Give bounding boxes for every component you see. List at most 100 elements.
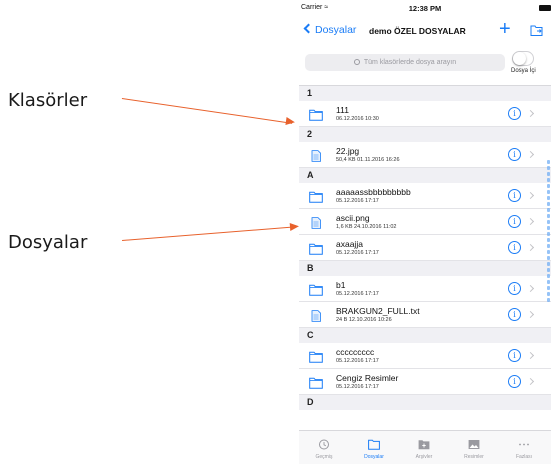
search-icon [353, 59, 360, 65]
tab-more[interactable]: Fazlası [499, 431, 549, 464]
folders-callout-label: Klasörler [8, 90, 88, 111]
tab-photos[interactable]: Resimler [449, 431, 499, 464]
nav-bar: Dosyalar demo ÖZEL DOSYALAR + [299, 16, 551, 46]
section-header: A [299, 168, 551, 183]
file-row[interactable]: 22.jpg 50,4 KB 01.11.2016 16:26 i [299, 142, 551, 168]
folder-icon [368, 437, 380, 450]
info-icon[interactable]: i [508, 308, 521, 321]
item-name: b1 [336, 280, 346, 290]
item-meta: 05.12.2016 17:17 [336, 198, 379, 204]
search-input[interactable]: Tüm klasörlerde dosya arayın [305, 54, 505, 71]
files-callout-line [122, 226, 297, 241]
chevron-right-icon [526, 351, 535, 360]
folder-icon [309, 108, 323, 121]
tab-label: Geçmiş [315, 454, 333, 460]
files-callout-label: Dosyalar [8, 232, 88, 253]
tab-label: Arşivler [415, 454, 433, 460]
battery-icon [539, 5, 551, 11]
info-icon[interactable]: i [508, 148, 521, 161]
file-list: 1 111 06.12.2016 10:30 i 2 22.jpg 50,4 KB 01.1… [299, 86, 551, 430]
status-time: 12:38 PM [408, 4, 442, 13]
archive-icon [418, 437, 430, 450]
file-row[interactable]: BRAKGUN2_FULL.txt 24 B 12.10.2016 10:26 i [299, 302, 551, 328]
item-name: ascii.png [336, 213, 370, 223]
info-icon[interactable]: i [508, 241, 521, 254]
tab-folder[interactable]: Dosyalar [349, 431, 399, 464]
tab-label: Dosyalar [364, 454, 384, 460]
tab-bar: Geçmiş Dosyalar Arşivler Resimler Fazlası [299, 430, 551, 464]
section-header: D [299, 395, 551, 410]
item-meta: 06.12.2016 10:30 [336, 116, 379, 122]
folder-icon [309, 242, 323, 255]
section-header: 1 [299, 86, 551, 101]
back-button-label: Dosyalar [315, 24, 357, 36]
item-name: 22.jpg [336, 146, 360, 156]
folder-icon [309, 376, 323, 389]
search-area: Tüm klasörlerde dosya arayın Dosya İçi [299, 46, 551, 86]
chevron-right-icon [526, 284, 535, 293]
item-name: aaaaassbbbbbbbbb [336, 187, 411, 197]
item-name: BRAKGUN2_FULL.txt [336, 306, 420, 316]
more-icon [518, 437, 530, 448]
content-search-toggle[interactable] [512, 51, 534, 66]
chevron-right-icon [526, 217, 535, 226]
document-icon [309, 216, 323, 229]
item-meta: 05.12.2016 17:17 [336, 291, 379, 297]
item-name: 111 [336, 105, 349, 115]
section-header: 2 [299, 127, 551, 142]
page-title: demo ÖZEL DOSYALAR [369, 26, 466, 36]
back-button[interactable]: Dosyalar [303, 23, 357, 36]
item-meta: 05.12.2016 17:17 [336, 358, 379, 364]
chevron-right-icon [526, 191, 535, 200]
phone-screen: Carrier ≈ 12:38 PM Dosyalar demo ÖZEL DO… [299, 0, 551, 464]
folder-row[interactable]: axaajja 05.12.2016 17:17 i [299, 235, 551, 261]
document-icon [309, 309, 323, 322]
file-row[interactable]: ascii.png 1,6 KB 24.10.2016 11:02 i [299, 209, 551, 235]
search-placeholder: Tüm klasörlerde dosya arayın [363, 59, 457, 66]
tab-label: Fazlası [515, 454, 533, 460]
item-name: ccccccccc [336, 347, 375, 357]
folder-row[interactable]: ccccccccc 05.12.2016 17:17 i [299, 343, 551, 369]
info-icon[interactable]: i [508, 349, 521, 362]
photos-icon [468, 437, 480, 449]
chevron-right-icon [526, 150, 535, 159]
folder-icon [309, 190, 323, 203]
chevron-left-icon [303, 23, 314, 34]
section-header: C [299, 328, 551, 343]
item-meta: 1,6 KB 24.10.2016 11:02 [336, 224, 397, 230]
add-button[interactable]: + [499, 19, 511, 39]
info-icon[interactable]: i [508, 282, 521, 295]
folder-icon [309, 350, 323, 363]
folders-callout-arrowhead [285, 117, 296, 127]
item-meta: 50,4 KB 01.11.2016 16:26 [336, 157, 400, 163]
folder-row[interactable]: b1 05.12.2016 17:17 i [299, 276, 551, 302]
folder-row[interactable]: Cengiz Resimler 05.12.2016 17:17 i [299, 369, 551, 395]
chevron-right-icon [526, 243, 535, 252]
item-meta: 05.12.2016 17:17 [336, 250, 379, 256]
item-meta: 05.12.2016 17:17 [336, 384, 379, 390]
item-name: Cengiz Resimler [336, 373, 399, 383]
info-icon[interactable]: i [508, 215, 521, 228]
chevron-right-icon [526, 377, 535, 386]
info-icon[interactable]: i [508, 189, 521, 202]
item-meta: 24 B 12.10.2016 10:26 [336, 317, 392, 323]
folder-icon [309, 283, 323, 296]
move-file-icon[interactable] [530, 25, 543, 36]
folder-row[interactable]: 111 06.12.2016 10:30 i [299, 101, 551, 127]
info-icon[interactable]: i [508, 107, 521, 120]
item-name: axaajja [336, 239, 363, 249]
section-index-bar[interactable] [545, 160, 551, 320]
tab-clock[interactable]: Geçmiş [299, 431, 349, 464]
section-header: B [299, 261, 551, 276]
tab-archive[interactable]: Arşivler [399, 431, 449, 464]
info-icon[interactable]: i [508, 375, 521, 388]
chevron-right-icon [526, 109, 535, 118]
folders-callout-line [121, 98, 293, 124]
chevron-right-icon [526, 310, 535, 319]
document-icon [309, 149, 323, 162]
files-callout-arrowhead [289, 222, 300, 231]
clock-icon [318, 437, 330, 450]
toggle-knob [513, 52, 526, 65]
status-bar: Carrier ≈ 12:38 PM [299, 0, 551, 16]
folder-row[interactable]: aaaaassbbbbbbbbb 05.12.2016 17:17 i [299, 183, 551, 209]
